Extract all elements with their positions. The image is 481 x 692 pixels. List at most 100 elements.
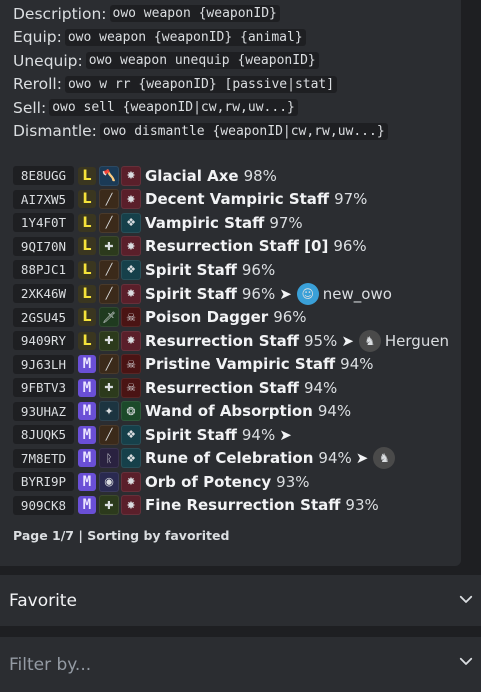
weapon-row: 7M8ETD M ᚱ ❖ Rune of Celebration 94% ➤ ♞ bbox=[13, 447, 449, 471]
weapon-row: 909CK8 M ✚ ✸ Fine Resurrection Staff 93% bbox=[13, 494, 449, 518]
animal-avatar-icon: ♞ bbox=[358, 329, 381, 352]
weapon-row: AI7XW5 L ╱ ✸ Decent Vampiric Staff 97% bbox=[13, 188, 449, 212]
rune-icon: ᚱ bbox=[99, 448, 119, 469]
animal-avatar-icon: ♞ bbox=[373, 447, 396, 470]
weapon-percent: 94% bbox=[317, 402, 352, 421]
axe-icon: 🪓 bbox=[99, 165, 119, 186]
weapon-row: 88PJC1 L ╱ ❖ Spirit Staff 96% bbox=[13, 258, 449, 282]
burst-icon: ✸ bbox=[121, 471, 141, 492]
staff-icon: ╱ bbox=[99, 354, 119, 375]
mythic-rarity-icon: M bbox=[78, 378, 96, 397]
burst-icon: ✸ bbox=[121, 189, 141, 210]
arrow-icon: ➤ bbox=[341, 331, 354, 350]
command-label: Equip: bbox=[13, 28, 62, 47]
weapon-percent: 94% bbox=[340, 355, 374, 374]
weapon-row: 2XK46W L ╱ ✸ Spirit Staff 96% ➤ ☺ new_owo bbox=[13, 282, 449, 306]
weapon-row: 9J63LH M ╱ ☠ Pristine Vampiric Staff 94% bbox=[13, 352, 449, 376]
mythic-rarity-icon: M bbox=[78, 402, 96, 421]
weapon-percent: 97% bbox=[269, 213, 303, 232]
weapon-name: Resurrection Staff bbox=[145, 331, 299, 350]
command-label: Sell: bbox=[13, 98, 47, 117]
weapon-percent: 96% bbox=[273, 308, 307, 327]
mythic-rarity-icon: M bbox=[78, 425, 96, 444]
mana-icon: ❖ bbox=[121, 212, 141, 233]
weapon-id: BYRI9P bbox=[13, 472, 74, 492]
weapon-name: Resurrection Staff [0] bbox=[145, 237, 329, 256]
command-label: Dismantle: bbox=[13, 122, 97, 141]
command-label: Reroll: bbox=[13, 75, 62, 94]
weapon-name: Orb of Potency bbox=[145, 472, 272, 491]
weapon-name: Wand of Absorption bbox=[145, 402, 313, 421]
weapon-percent: 96% bbox=[241, 284, 276, 303]
resurrection-staff-icon: ✚ bbox=[99, 330, 119, 351]
weapon-percent: 95% bbox=[303, 331, 338, 350]
weapon-percent: 98% bbox=[243, 166, 277, 185]
command-line: Sell: owo sell {weaponID|cw,rw,uw...} bbox=[13, 96, 388, 120]
burst-icon: ✸ bbox=[121, 283, 141, 304]
weapon-row: BYRI9P M ◉ ✸ Orb of Potency 93% bbox=[13, 470, 449, 494]
weapon-percent: 96% bbox=[241, 260, 276, 279]
mythic-rarity-icon: M bbox=[78, 496, 96, 515]
legendary-rarity-icon: L bbox=[78, 308, 96, 327]
command-label: Description: bbox=[13, 4, 107, 23]
weapon-embed: Description: owo weapon {weaponID} Equip: o… bbox=[0, 0, 461, 566]
filter-select[interactable]: Filter by... bbox=[0, 636, 481, 692]
legendary-rarity-icon: L bbox=[78, 260, 96, 279]
animal-name: new_owo bbox=[322, 284, 392, 303]
legendary-rarity-icon: L bbox=[78, 237, 96, 256]
weapon-percent: 94% bbox=[303, 378, 338, 397]
weapon-name: Vampiric Staff bbox=[145, 213, 265, 232]
weapon-id: 2XK46W bbox=[13, 284, 74, 303]
mana-icon: ❖ bbox=[121, 259, 141, 280]
command-code: owo sell {weaponID|cw,rw,uw...} bbox=[49, 99, 298, 117]
dagger-icon: 🗡 bbox=[99, 307, 119, 328]
weapon-row: 8E8UGG L 🪓 ✸ Glacial Axe 98% bbox=[13, 164, 449, 188]
resurrection-staff-icon: ✚ bbox=[99, 495, 119, 516]
burst-icon: ✸ bbox=[121, 236, 141, 257]
command-label: Unequip: bbox=[13, 51, 83, 70]
command-line: Equip: owo weapon {weaponID} {animal} bbox=[13, 26, 388, 50]
command-code: owo w rr {weaponID} [passive|stat] bbox=[64, 75, 338, 93]
weapon-id: 9FBTV3 bbox=[13, 378, 74, 398]
weapon-id: 909CK8 bbox=[13, 495, 74, 515]
wand-icon: ✦ bbox=[99, 401, 119, 422]
mana-icon: ❖ bbox=[121, 448, 141, 469]
legendary-rarity-icon: L bbox=[78, 213, 96, 232]
weapon-name: Spirit Staff bbox=[145, 260, 237, 279]
legendary-rarity-icon: L bbox=[78, 190, 96, 209]
arrow-icon: ➤ bbox=[279, 284, 292, 303]
weapon-id: 9409RY bbox=[13, 331, 74, 351]
weapon-name: Pristine Vampiric Staff bbox=[145, 355, 336, 374]
filter-select-placeholder: Filter by... bbox=[9, 654, 92, 675]
weapon-percent: 93% bbox=[276, 472, 310, 491]
weapon-row: 9FBTV3 M ✚ ☠ Resurrection Staff 94% bbox=[13, 376, 449, 400]
legendary-rarity-icon: L bbox=[78, 284, 96, 303]
favorite-select[interactable]: Favorite bbox=[0, 574, 481, 626]
weapon-name: Rune of Celebration bbox=[145, 449, 314, 468]
weapon-name: Decent Vampiric Staff bbox=[145, 190, 330, 209]
poison-icon: ☠ bbox=[121, 377, 141, 398]
weapon-percent: 93% bbox=[345, 496, 379, 515]
weapon-name: Resurrection Staff bbox=[145, 378, 299, 397]
mana-icon: ❖ bbox=[121, 424, 141, 445]
poison-icon: ☠ bbox=[121, 307, 141, 328]
burst-icon: ✸ bbox=[121, 330, 141, 351]
staff-icon: ╱ bbox=[99, 259, 119, 280]
favorite-select-label: Favorite bbox=[9, 590, 77, 611]
mythic-rarity-icon: M bbox=[78, 355, 96, 374]
weapon-id: 7M8ETD bbox=[13, 448, 74, 468]
page-footer: Page 1/7 | Sorting by favorited bbox=[13, 528, 230, 543]
command-code: owo weapon {weaponID} bbox=[109, 5, 280, 23]
legendary-rarity-icon: L bbox=[78, 166, 96, 185]
mythic-rarity-icon: M bbox=[78, 472, 96, 491]
weapon-id: 9QI70N bbox=[13, 236, 74, 256]
resurrection-staff-icon: ✚ bbox=[99, 377, 119, 398]
chevron-down-icon bbox=[459, 595, 473, 603]
weapon-id: 1Y4F0T bbox=[13, 213, 74, 233]
weapon-name: Spirit Staff bbox=[145, 425, 237, 444]
command-line: Description: owo weapon {weaponID} bbox=[13, 2, 388, 26]
animal-name: Herguen bbox=[384, 331, 450, 350]
weapon-id: 93UHAZ bbox=[13, 401, 74, 421]
weapon-name: Spirit Staff bbox=[145, 284, 237, 303]
command-code: owo weapon {weaponID} {animal} bbox=[64, 28, 306, 46]
